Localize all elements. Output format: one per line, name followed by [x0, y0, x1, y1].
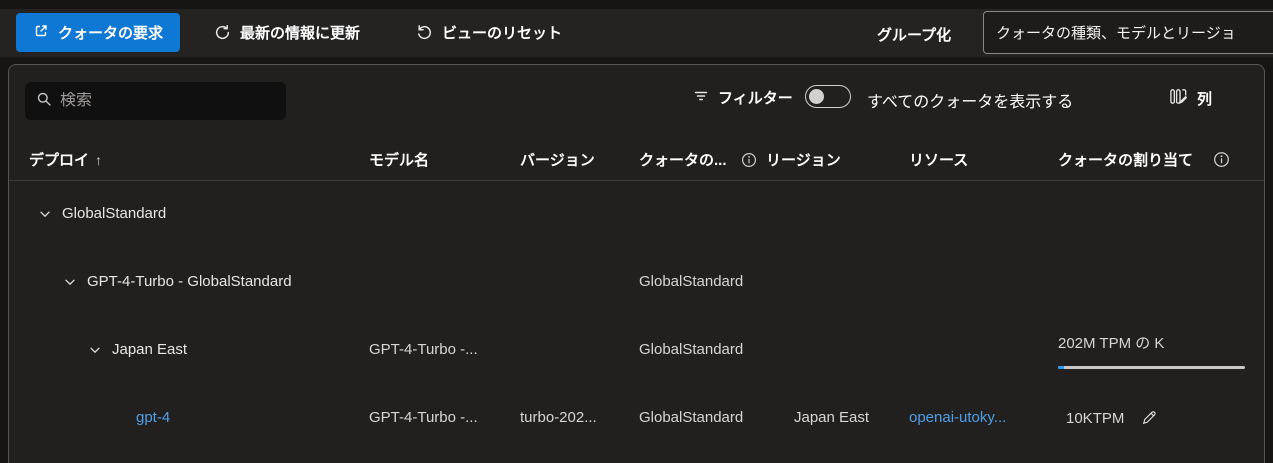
- region-cell: Japan East: [794, 409, 869, 426]
- filter-icon: [693, 88, 709, 108]
- chevron-down-icon[interactable]: [38, 207, 52, 221]
- search-icon: [36, 91, 52, 111]
- refresh-label: 最新の情報に更新: [240, 22, 360, 43]
- edit-columns-button[interactable]: 列: [1169, 87, 1212, 110]
- reset-view-button[interactable]: ビューのリセット: [408, 13, 570, 52]
- header-quota-type[interactable]: クォータの...: [639, 149, 757, 170]
- edit-pencil-icon[interactable]: [1141, 409, 1158, 426]
- search-box: [25, 82, 286, 120]
- group-by-select[interactable]: クォータの種類、モデルとリージョ: [983, 11, 1273, 54]
- info-icon[interactable]: [741, 152, 757, 168]
- quota-type-cell: GlobalStandard: [639, 273, 743, 290]
- toggle-knob: [809, 89, 824, 104]
- chevron-down-icon[interactable]: [63, 275, 77, 289]
- resource-link[interactable]: openai-utoky...: [909, 409, 1006, 426]
- model-cell: GPT-4-Turbo -...: [369, 409, 478, 426]
- model-cell: GPT-4-Turbo -...: [369, 341, 478, 358]
- header-model[interactable]: モデル名: [369, 149, 429, 170]
- table-row[interactable]: Japan East GPT-4-Turbo -... GlobalStanda…: [9, 318, 1265, 386]
- header-resource[interactable]: リソース: [909, 149, 968, 170]
- header-quota-allocation[interactable]: クォータの割り当て: [1058, 149, 1230, 170]
- command-toolbar: クォータの要求 最新の情報に更新 ビューのリセット グループ化 クォータの: [0, 9, 1273, 57]
- quota-type-cell: GlobalStandard: [639, 341, 743, 358]
- version-cell: turbo-202...: [520, 409, 597, 426]
- table-header-row: デプロイ ↑ モデル名 バージョン クォータの...: [9, 137, 1265, 181]
- columns-edit-icon: [1169, 87, 1188, 110]
- table-row[interactable]: GlobalStandard: [9, 182, 1265, 250]
- refresh-icon: [214, 24, 231, 41]
- show-all-quota-label: すべてのクォータを表示する: [867, 88, 1073, 112]
- group-by-label: グループ化: [877, 24, 951, 45]
- quota-table-panel: フィルター すべてのクォータを表示する 列 デプロイ ↑: [8, 64, 1265, 463]
- table-row[interactable]: gpt-4 GPT-4-Turbo -... turbo-202... Glob…: [9, 386, 1265, 454]
- header-deploy[interactable]: デプロイ ↑: [29, 149, 102, 170]
- request-quota-label: クォータの要求: [58, 22, 163, 43]
- group-row-label: GPT-4-Turbo - GlobalStandard: [87, 273, 292, 290]
- columns-label: 列: [1197, 88, 1212, 109]
- quota-allocation-cell: 10KTPM: [1066, 409, 1158, 427]
- deployment-link[interactable]: gpt-4: [136, 409, 170, 426]
- undo-icon: [416, 24, 433, 41]
- group-row-label: GlobalStandard: [62, 205, 166, 222]
- quota-management-page: クォータの要求 最新の情報に更新 ビューのリセット グループ化 クォータの: [0, 0, 1273, 463]
- show-all-quota-toggle[interactable]: [805, 85, 851, 108]
- refresh-button[interactable]: 最新の情報に更新: [206, 13, 368, 52]
- quota-usage-bar-fill: [1058, 366, 1064, 369]
- reset-view-label: ビューのリセット: [442, 22, 562, 43]
- group-by-value: クォータの種類、モデルとリージョ: [996, 22, 1236, 43]
- open-in-new-icon: [33, 23, 49, 43]
- info-icon[interactable]: [1213, 151, 1230, 168]
- request-quota-button[interactable]: クォータの要求: [16, 13, 180, 52]
- quota-type-cell: GlobalStandard: [639, 409, 743, 426]
- table-row[interactable]: GPT-4-Turbo - GlobalStandard GlobalStand…: [9, 250, 1265, 318]
- filter-label: フィルター: [718, 87, 793, 108]
- header-version[interactable]: バージョン: [520, 149, 595, 170]
- sort-ascending-icon: ↑: [95, 152, 102, 168]
- quota-allocation-cell: 202M TPM の K: [1058, 332, 1164, 353]
- quota-usage-bar: [1058, 366, 1245, 369]
- group-row-label: Japan East: [112, 341, 187, 358]
- header-region[interactable]: リージョン: [766, 149, 841, 170]
- search-input[interactable]: [60, 92, 275, 110]
- filter-button[interactable]: フィルター: [693, 87, 793, 108]
- chevron-down-icon[interactable]: [88, 343, 102, 357]
